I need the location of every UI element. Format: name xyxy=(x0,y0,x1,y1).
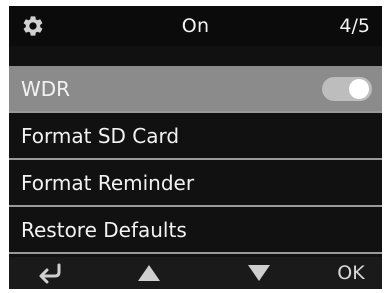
return-arrow-icon xyxy=(39,263,61,284)
footer-bar: OK xyxy=(9,257,382,289)
settings-menu: WDR Format SD Card Format Reminder Resto… xyxy=(9,66,382,254)
down-button[interactable] xyxy=(241,261,277,285)
toggle-knob xyxy=(349,79,369,99)
ok-button[interactable]: OK xyxy=(329,261,373,285)
page-indicator: 4/5 xyxy=(339,15,370,37)
up-button[interactable] xyxy=(131,261,167,285)
back-button[interactable] xyxy=(33,261,69,285)
wdr-toggle[interactable] xyxy=(322,77,372,101)
menu-item-wdr[interactable]: WDR xyxy=(9,66,382,113)
menu-item-format-sd-card[interactable]: Format SD Card xyxy=(9,113,382,160)
menu-item-label: WDR xyxy=(21,77,71,101)
up-triangle-icon xyxy=(138,265,160,281)
menu-item-restore-defaults[interactable]: Restore Defaults xyxy=(9,207,382,254)
header-bar: On 4/5 xyxy=(9,6,382,46)
header-title: On xyxy=(181,15,210,37)
menu-item-label: Format Reminder xyxy=(21,171,195,195)
menu-item-label: Format SD Card xyxy=(21,124,180,148)
menu-item-format-reminder[interactable]: Format Reminder xyxy=(9,160,382,207)
menu-item-label: Restore Defaults xyxy=(21,218,187,242)
down-triangle-icon xyxy=(248,265,270,281)
camera-settings-screen: On 4/5 WDR Format SD Card Format Reminde… xyxy=(9,6,382,289)
